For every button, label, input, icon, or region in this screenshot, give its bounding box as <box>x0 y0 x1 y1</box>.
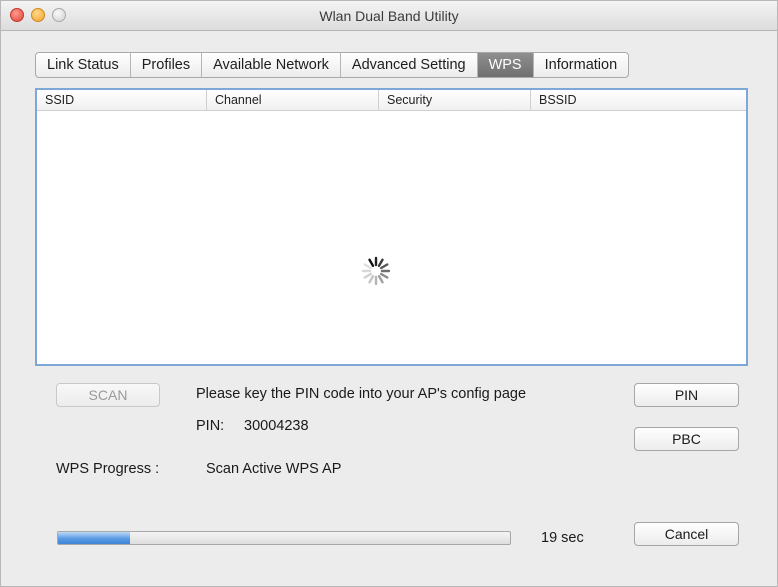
window-title: Wlan Dual Band Utility <box>319 8 459 24</box>
title-bar: Wlan Dual Band Utility <box>1 1 777 31</box>
progress-fill <box>58 532 131 544</box>
app-window: Wlan Dual Band Utility Link Status Profi… <box>0 0 778 587</box>
tab-link-status[interactable]: Link Status <box>36 53 131 77</box>
pin-button[interactable]: PIN <box>634 383 739 407</box>
column-header-channel[interactable]: Channel <box>207 90 379 110</box>
wps-progress-bar <box>57 531 511 545</box>
tab-bar: Link Status Profiles Available Network A… <box>35 52 630 78</box>
wps-progress-label: WPS Progress : <box>56 461 160 477</box>
tab-wps[interactable]: WPS <box>477 53 534 77</box>
cancel-button[interactable]: Cancel <box>634 522 739 546</box>
tab-advanced-setting[interactable]: Advanced Setting <box>341 53 478 77</box>
pin-instruction-text: Please key the PIN code into your AP's c… <box>196 386 527 402</box>
spinner-icon <box>361 256 391 286</box>
wps-progress-status: Scan Active WPS AP <box>206 461 342 477</box>
column-header-bssid[interactable]: BSSID <box>531 90 746 110</box>
wps-ap-table[interactable]: SSID Channel Security BSSID <box>35 88 748 366</box>
pin-code-value: 30004238 <box>244 418 309 434</box>
pbc-button[interactable]: PBC <box>634 427 739 451</box>
time-remaining: 19 sec <box>541 530 584 546</box>
pin-label: PIN: <box>196 418 225 434</box>
tab-information[interactable]: Information <box>534 53 629 77</box>
column-header-ssid[interactable]: SSID <box>37 90 207 110</box>
table-header: SSID Channel Security BSSID <box>37 90 746 111</box>
tab-profiles[interactable]: Profiles <box>131 53 203 77</box>
scan-button[interactable]: SCAN <box>56 383 160 407</box>
column-header-security[interactable]: Security <box>379 90 531 110</box>
tab-available-network[interactable]: Available Network <box>202 53 341 77</box>
